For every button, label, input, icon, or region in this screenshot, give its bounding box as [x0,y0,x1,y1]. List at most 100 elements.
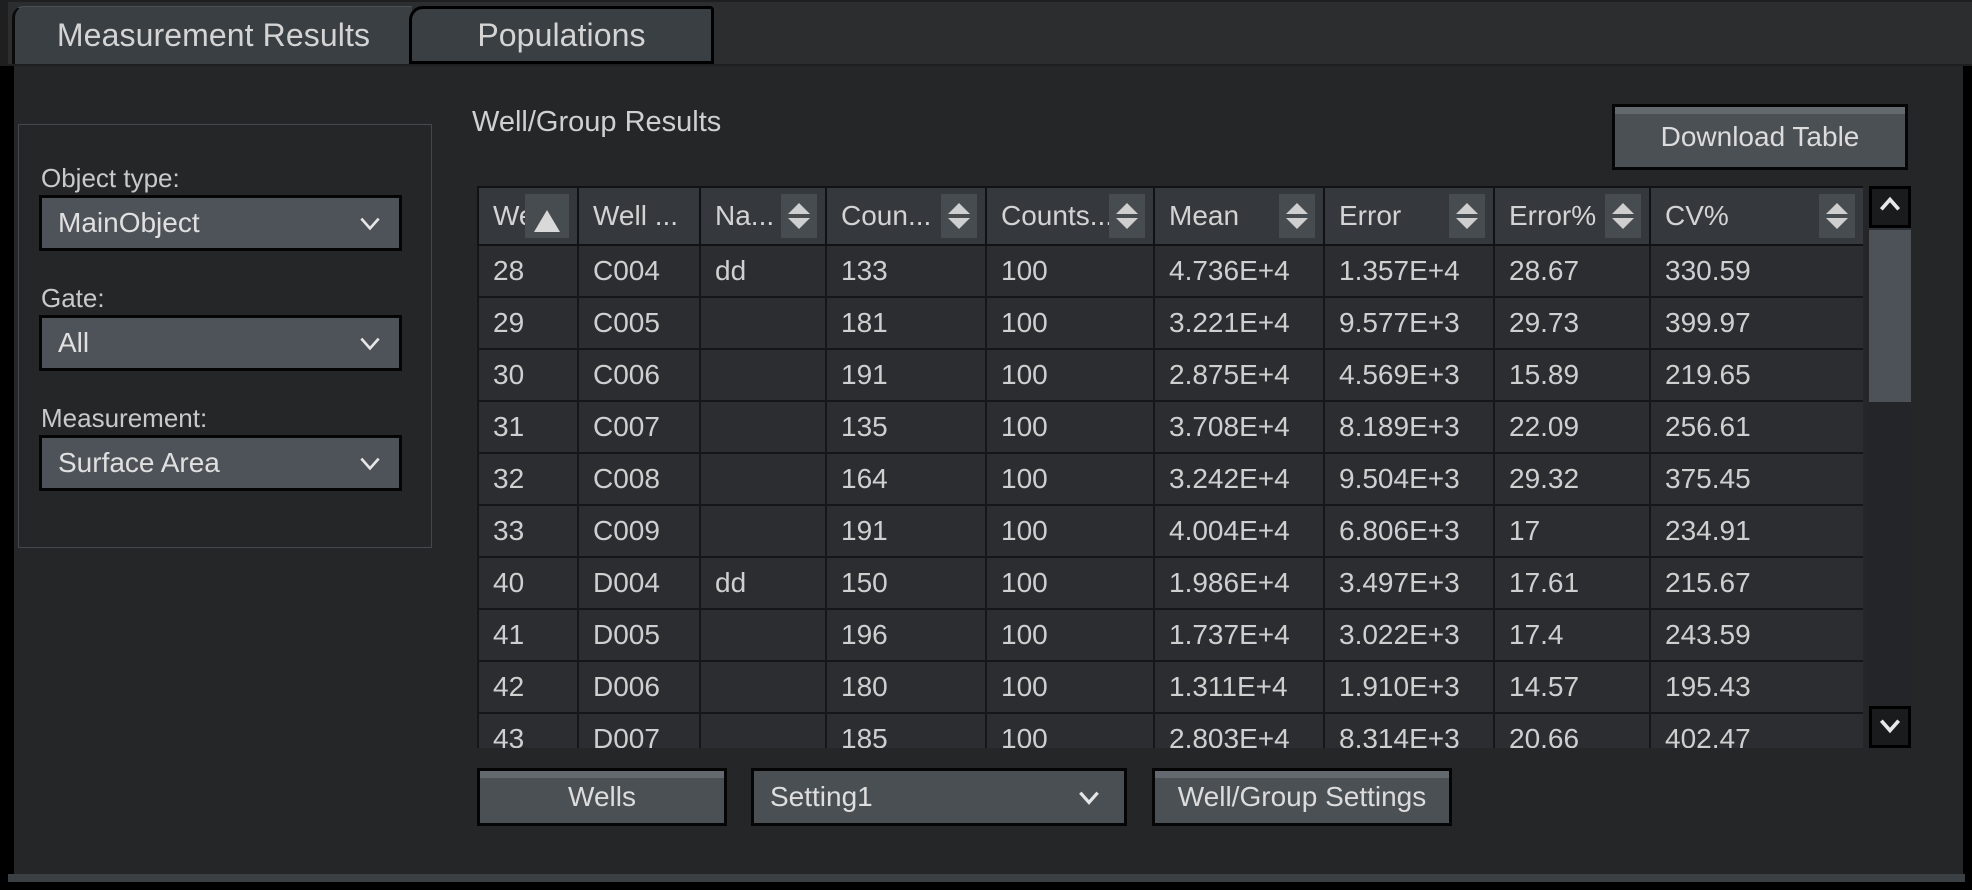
cell-well-name: D006 [577,660,701,714]
sort-ascending-icon[interactable] [525,194,569,238]
measurement-label: Measurement: [41,403,208,433]
table-header-row: Well Well ... Na... Coun... Counts... Me… [477,186,1863,246]
sort-toggle-icon[interactable] [1605,194,1641,238]
scroll-up-button[interactable] [1869,186,1911,228]
cell-cv-percent: 330.59 [1649,244,1863,298]
cell-cv-percent: 399.97 [1649,296,1863,350]
cell-count: 133 [825,244,987,298]
results-title: Well/Group Results [472,106,722,138]
download-table-label: Download Table [1660,121,1860,152]
cell-name: dd [699,244,827,298]
cell-error: 6.806E+3 [1323,504,1495,558]
table-vertical-scrollbar[interactable] [1869,186,1911,748]
column-header-mean[interactable]: Mean [1153,186,1325,246]
cell-well: 30 [477,348,579,402]
sort-toggle-icon[interactable] [1819,194,1855,238]
table-row[interactable]: 30 C006 191 100 2.875E+4 4.569E+3 15.89 219.65 [477,348,1863,402]
cell-count: 191 [825,348,987,402]
cell-well: 42 [477,660,579,714]
cell-cv-percent: 195.43 [1649,660,1863,714]
cell-error-percent: 29.73 [1493,296,1651,350]
scrollbar-track[interactable] [1869,402,1911,706]
column-header-count-label: Coun... [841,200,932,231]
tab-measurement-results[interactable]: Measurement Results [12,6,412,64]
cell-well: 28 [477,244,579,298]
tab-populations[interactable]: Populations [409,6,714,64]
measurement-dropdown[interactable]: Surface Area [39,435,402,491]
cell-error-percent: 29.32 [1493,452,1651,506]
cell-mean: 4.004E+4 [1153,504,1325,558]
cell-well-name: C006 [577,348,701,402]
object-type-dropdown[interactable]: MainObject [39,195,402,251]
cell-name [699,348,827,402]
cell-error-percent: 20.66 [1493,712,1651,748]
cell-counts: 100 [985,608,1155,662]
column-header-name-label: Na... [715,200,775,231]
column-header-cv-percent[interactable]: CV% [1649,186,1863,246]
panel-bottom-accent [8,874,1965,882]
column-header-counts-label: Counts... [1001,200,1114,231]
gate-dropdown[interactable]: All [39,315,402,371]
column-header-count[interactable]: Coun... [825,186,987,246]
cell-error: 8.314E+3 [1323,712,1495,748]
gate-value: All [58,327,90,358]
column-header-well-name-label: Well ... [593,200,679,231]
results-table-container[interactable]: Well Well ... Na... Coun... Counts... Me… [477,186,1863,748]
sort-toggle-icon[interactable] [1109,194,1145,238]
cell-well: 40 [477,556,579,610]
results-table: Well Well ... Na... Coun... Counts... Me… [477,186,1863,748]
cell-error-percent: 17 [1493,504,1651,558]
tab-measurement-results-label: Measurement Results [56,17,371,53]
table-row[interactable]: 29 C005 181 100 3.221E+4 9.577E+3 29.73 399.97 [477,296,1863,350]
chevron-down-icon [357,330,383,356]
scrollbar-thumb[interactable] [1869,230,1911,402]
cell-count: 181 [825,296,987,350]
object-type-value: MainObject [58,207,200,238]
sort-toggle-icon[interactable] [941,194,977,238]
cell-error: 8.189E+3 [1323,400,1495,454]
cell-count: 180 [825,660,987,714]
table-row[interactable]: 42 D006 180 100 1.311E+4 1.910E+3 14.57 195.43 [477,660,1863,714]
cell-error-percent: 14.57 [1493,660,1651,714]
table-row[interactable]: 32 C008 164 100 3.242E+4 9.504E+3 29.32 375.45 [477,452,1863,506]
table-row[interactable]: 33 C009 191 100 4.004E+4 6.806E+3 17 234.91 [477,504,1863,558]
table-row[interactable]: 41 D005 196 100 1.737E+4 3.022E+3 17.4 243.59 [477,608,1863,662]
table-row[interactable]: 28 C004 dd 133 100 4.736E+4 1.357E+4 28.67 330.5… [477,244,1863,298]
cell-counts: 100 [985,400,1155,454]
cell-name [699,660,827,714]
cell-name [699,712,827,748]
cell-mean: 4.736E+4 [1153,244,1325,298]
chevron-down-icon [1877,712,1903,743]
column-header-error-percent[interactable]: Error% [1493,186,1651,246]
cell-well-name: D004 [577,556,701,610]
sort-toggle-icon[interactable] [1449,194,1485,238]
sort-toggle-icon[interactable] [1279,194,1315,238]
column-header-name[interactable]: Na... [699,186,827,246]
cell-mean: 3.708E+4 [1153,400,1325,454]
sort-toggle-icon[interactable] [781,194,817,238]
setting-dropdown[interactable]: Setting1 [751,768,1127,826]
table-row[interactable]: 40 D004 dd 150 100 1.986E+4 3.497E+3 17.61 215.6… [477,556,1863,610]
table-row[interactable]: 43 D007 185 100 2.803E+4 8.314E+3 20.66 402.47 [477,712,1863,748]
cell-error-percent: 17.61 [1493,556,1651,610]
column-header-counts[interactable]: Counts... [985,186,1155,246]
scroll-down-button[interactable] [1869,706,1911,748]
well-group-settings-button[interactable]: Well/Group Settings [1152,768,1452,826]
cell-error-percent: 15.89 [1493,348,1651,402]
download-table-button[interactable]: Download Table [1612,104,1908,170]
cell-count: 164 [825,452,987,506]
column-header-well-name[interactable]: Well ... [577,186,701,246]
cell-well-name: D007 [577,712,701,748]
column-header-error-label: Error [1339,200,1402,231]
cell-error: 1.910E+3 [1323,660,1495,714]
table-row[interactable]: 31 C007 135 100 3.708E+4 8.189E+3 22.09 256.61 [477,400,1863,454]
cell-well-name: C007 [577,400,701,454]
wells-button[interactable]: Wells [477,768,727,826]
cell-counts: 100 [985,244,1155,298]
cell-counts: 100 [985,660,1155,714]
chevron-up-icon [1877,192,1903,223]
cell-error: 3.497E+3 [1323,556,1495,610]
cell-error-percent: 22.09 [1493,400,1651,454]
column-header-well[interactable]: Well [477,186,579,246]
column-header-error[interactable]: Error [1323,186,1495,246]
